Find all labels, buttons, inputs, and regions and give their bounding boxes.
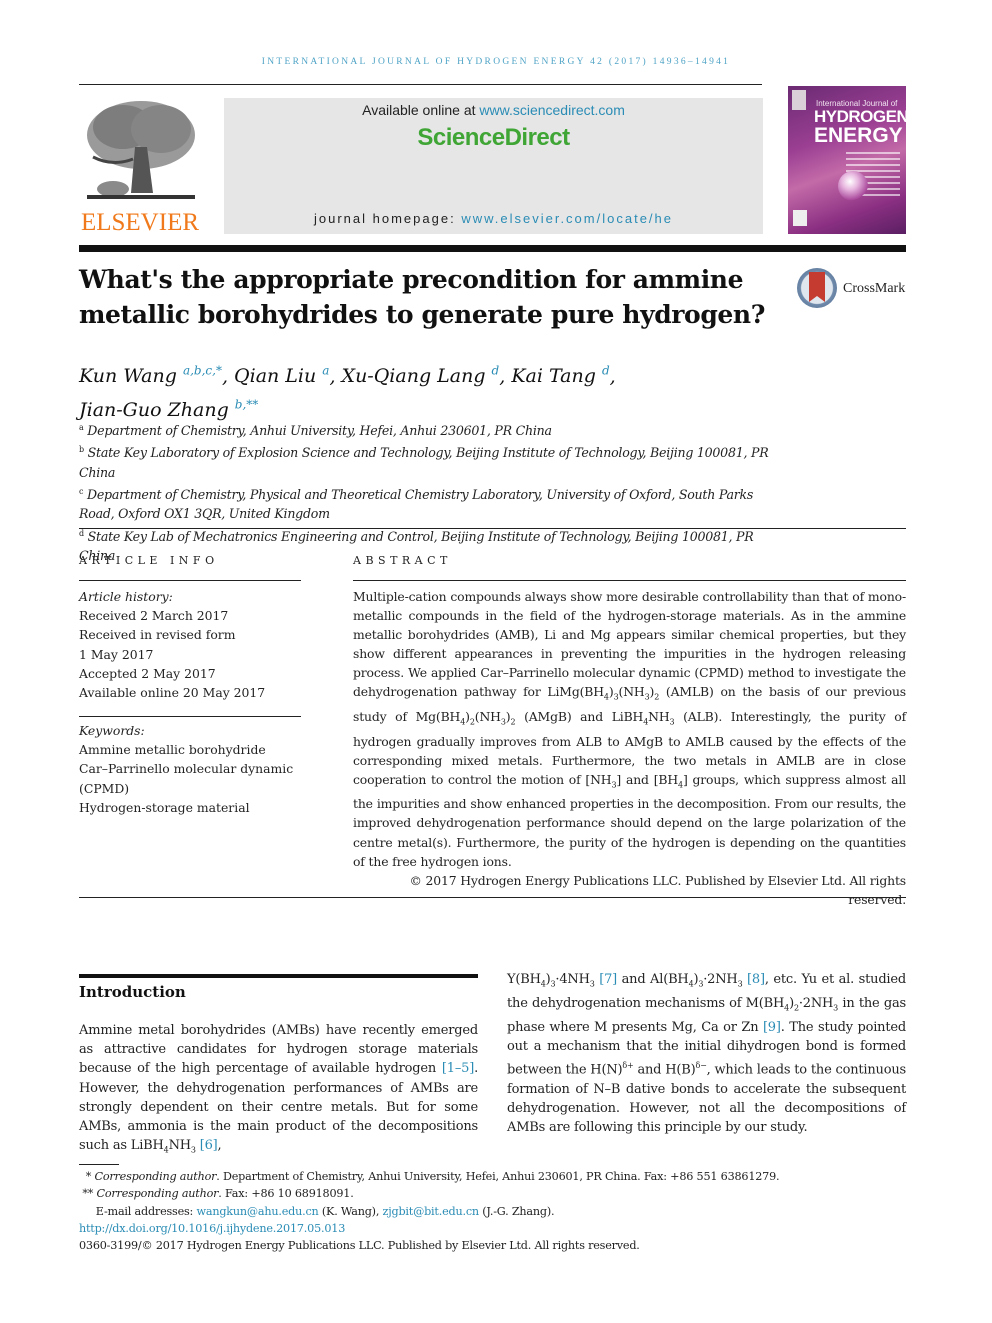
footnote-corresponding-2: ** Corresponding author. Fax: +86 10 689… <box>82 1187 354 1201</box>
cover-publisher-mark <box>792 90 806 110</box>
issn-copyright: 0360-3199/© 2017 Hydrogen Energy Publica… <box>79 1239 640 1253</box>
introduction-heading: Introduction <box>79 983 186 1001</box>
available-online-line: Available online at www.sciencedirect.co… <box>362 102 625 118</box>
affiliations: a Department of Chemistry, Anhui Univers… <box>79 418 779 565</box>
citation-link[interactable]: [1–5] <box>442 1061 474 1076</box>
formula-alb: LiBH4NH3 <box>611 709 675 727</box>
affiliation: b State Key Laboratory of Explosion Scie… <box>79 445 769 480</box>
article-history: Article history: Received 2 March 2017 R… <box>79 587 301 702</box>
history-item: 1 May 2017 <box>79 646 154 662</box>
introduction-right-column: Y(BH4)3·4NH3 [7] and Al(BH4)3·2NH3 [8], … <box>507 972 907 1135</box>
keyword[interactable]: Ammine metallic borohydride <box>79 740 301 759</box>
cover-title-line2: HYDROGEN <box>814 107 906 126</box>
header-rule <box>79 84 762 85</box>
cover-ihe-badge <box>793 210 807 226</box>
article-info-rule <box>79 580 301 581</box>
footnote-corresponding-1: * Corresponding author. Department of Ch… <box>85 1170 780 1183</box>
author-affiliation-marks[interactable]: b,** <box>235 397 259 411</box>
crossmark-button[interactable]: CrossMark <box>797 268 912 310</box>
keywords: Keywords: Ammine metallic borohydride Ca… <box>79 721 301 817</box>
author[interactable]: Qian Liu a <box>234 364 329 387</box>
crossmark-label: CrossMark <box>843 281 906 296</box>
keyword[interactable]: (CPMD) <box>79 779 301 798</box>
author-affiliation-marks[interactable]: a,b,c,* <box>183 364 222 378</box>
author-list: Kun Wang a,b,c,*, Qian Liu a, Xu-Qiang L… <box>79 364 616 421</box>
citation-link[interactable]: [9] <box>763 1020 781 1035</box>
footnote-rule <box>79 1164 119 1165</box>
journal-homepage-line: journal homepage: www.elsevier.com/locat… <box>314 211 673 226</box>
elsevier-wordmark: ELSEVIER <box>80 209 200 236</box>
formula-bh4: [BH4] <box>653 771 688 790</box>
citation-link[interactable]: [6] <box>200 1138 218 1153</box>
affiliations-rule <box>79 528 906 529</box>
cover-orb-graphic <box>838 171 868 201</box>
formula-nh3: [NH3] <box>585 771 622 790</box>
footnote-emails: E-mail addresses: wangkun@ahu.edu.cn (K.… <box>95 1204 555 1218</box>
affiliation: a Department of Chemistry, Anhui Univers… <box>79 423 552 439</box>
email-link[interactable]: zjgbit@bit.edu.cn <box>383 1205 480 1218</box>
introduction-left-column: Ammine metal borohydrides (AMBs) have re… <box>79 1023 478 1155</box>
affiliation: c Department of Chemistry, Physical and … <box>79 486 754 522</box>
citation-link[interactable]: [8] <box>747 972 765 987</box>
elsevier-tree-icon <box>83 97 198 207</box>
elsevier-logo[interactable]: ELSEVIER <box>79 97 201 237</box>
history-item: Available online 20 May 2017 <box>79 685 266 701</box>
author[interactable]: Xu-Qiang Lang d <box>342 364 500 387</box>
author[interactable]: Kai Tang d <box>511 364 610 387</box>
keyword[interactable]: Car–Parrinello molecular dynamic <box>79 759 301 778</box>
email-link[interactable]: wangkun@ahu.edu.cn <box>196 1205 318 1218</box>
article-info-heading: Article Info <box>79 554 219 567</box>
history-item: Received in revised form <box>79 627 236 643</box>
cover-title-line3: ENERGY <box>814 124 903 147</box>
formula-amgb: Mg(BH4)2(NH3)2 <box>415 709 516 727</box>
keyword[interactable]: Hydrogen-storage material <box>79 798 301 817</box>
abstract-heading: Abstract <box>353 554 452 567</box>
formula-amlb: LiMg(BH4)3(NH3)2 <box>547 684 660 702</box>
author-affiliation-marks[interactable]: d <box>602 364 610 378</box>
history-item: Received 2 March 2017 <box>79 608 229 624</box>
journal-citation: International Journal of Hydrogen Energy… <box>261 57 731 67</box>
article-title: What's the appropriate precondition for … <box>79 265 765 329</box>
footnotes: * Corresponding author. Department of Ch… <box>79 1168 909 1254</box>
citation-link[interactable]: [7] <box>599 972 617 987</box>
journal-homepage-link[interactable]: www.elsevier.com/locate/he <box>461 211 673 226</box>
header-thick-rule <box>79 245 906 252</box>
abstract-rule <box>353 580 906 581</box>
running-head: International Journal of Hydrogen Energy… <box>0 55 992 67</box>
abstract-body: Multiple-cation compounds always show mo… <box>353 587 906 909</box>
abstract-copyright: © 2017 Hydrogen Energy Publications LLC.… <box>409 872 906 907</box>
sciencedirect-banner: Available online at www.sciencedirect.co… <box>224 98 763 234</box>
sciencedirect-logo[interactable]: ScienceDirect <box>224 124 763 152</box>
doi-link[interactable]: http://dx.doi.org/10.1016/j.ijhydene.201… <box>79 1222 345 1235</box>
journal-cover-image[interactable]: International Journal of HYDROGEN ENERGY <box>788 86 906 234</box>
sciencedirect-link[interactable]: www.sciencedirect.com <box>479 102 625 118</box>
article-history-label: Article history: <box>79 589 173 604</box>
keywords-rule <box>79 716 301 717</box>
history-item: Accepted 2 May 2017 <box>79 665 216 681</box>
author[interactable]: Kun Wang a,b,c,* <box>79 364 222 387</box>
keywords-label: Keywords: <box>79 723 145 738</box>
introduction-rule <box>79 974 478 978</box>
abstract-end-rule <box>79 897 906 898</box>
